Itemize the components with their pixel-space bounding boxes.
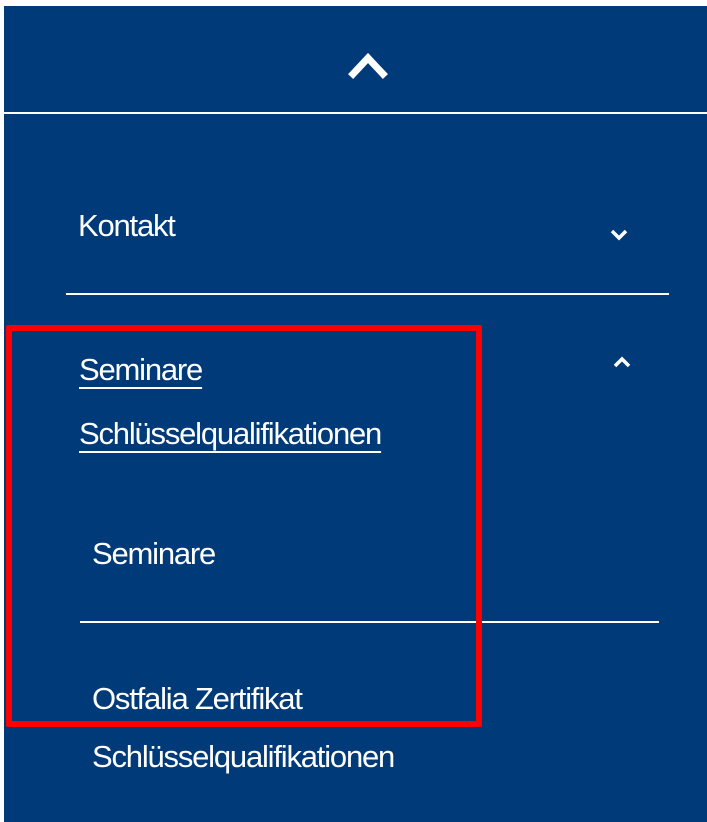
menu-item-seminare-schluesselqualifikationen[interactable]: Seminare Schlüsselqualifikationen — [4, 338, 707, 458]
menu-item-kontakt[interactable]: Kontakt — [4, 198, 707, 258]
submenu-item-ostfalia-zertifikat[interactable]: Ostfalia Zertifikat Schlüsselqualifikati… — [92, 670, 395, 786]
menu-item-label: Kontakt — [78, 208, 176, 243]
divider — [66, 293, 669, 295]
chevron-up-icon[interactable] — [613, 356, 631, 368]
collapse-menu-button[interactable] — [4, 6, 707, 112]
submenu-item-seminare[interactable]: Seminare — [92, 538, 216, 569]
divider — [80, 621, 659, 623]
mobile-nav-panel: Kontakt Seminare Schlüsselqualifikatione… — [4, 6, 707, 822]
chevron-down-icon[interactable] — [610, 229, 628, 241]
divider — [4, 112, 707, 114]
chevron-up-icon — [348, 52, 388, 79]
menu-item-link[interactable]: Seminare Schlüsselqualifikationen — [79, 338, 382, 466]
